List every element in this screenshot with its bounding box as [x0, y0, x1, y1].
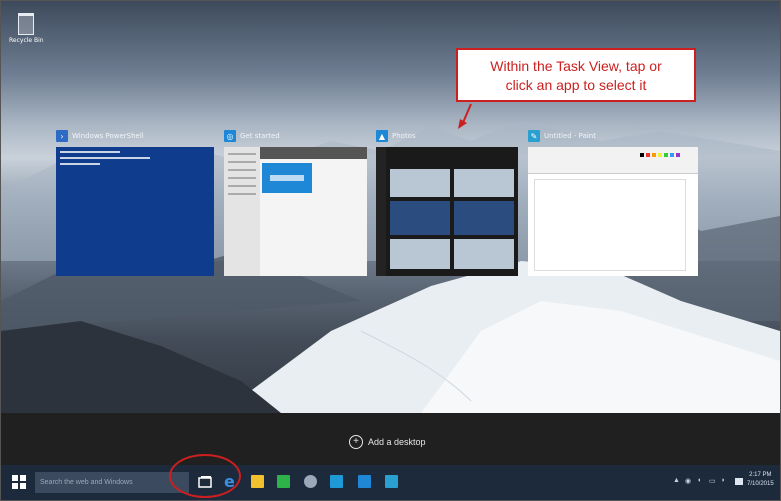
- windows-start-icon[interactable]: [12, 475, 26, 489]
- task-view-window-get-started[interactable]: ◎ Get started: [224, 127, 367, 276]
- window-thumbnail: [528, 147, 698, 276]
- window-title: Photos: [392, 132, 416, 140]
- network-icon[interactable]: ◉: [685, 477, 691, 485]
- add-desktop-button[interactable]: + Add a desktop: [349, 435, 426, 449]
- search-input[interactable]: Search the web and Windows: [35, 472, 189, 493]
- system-clock[interactable]: 2:17 PM 7/10/2015: [747, 471, 774, 489]
- powershell-icon: ›: [56, 130, 68, 142]
- window-title: Windows PowerShell: [72, 132, 144, 140]
- photos-icon[interactable]: [358, 475, 371, 488]
- file-explorer-icon[interactable]: [251, 475, 264, 488]
- recycle-bin-label: Recycle Bin: [9, 37, 44, 44]
- window-title-bar: ◎ Get started: [224, 127, 367, 145]
- plus-icon: +: [349, 435, 363, 449]
- task-view-bar: + Add a desktop: [1, 413, 780, 465]
- window-title-bar: ✎ Untitled - Paint: [528, 127, 698, 145]
- get-started-icon: ◎: [224, 130, 236, 142]
- task-view-highlight-circle: [169, 454, 241, 498]
- recycle-bin[interactable]: Recycle Bin: [9, 13, 44, 44]
- recycle-bin-icon: [18, 13, 34, 35]
- callout-line-1: Within the Task View, tap or: [490, 58, 662, 74]
- clock-date: 7/10/2015: [747, 481, 774, 487]
- task-view-window-powershell[interactable]: › Windows PowerShell: [56, 127, 214, 276]
- paint-icon[interactable]: [385, 475, 398, 488]
- window-title-bar: › Windows PowerShell: [56, 127, 214, 145]
- store-icon[interactable]: [277, 475, 290, 488]
- clock-time: 2:17 PM: [749, 472, 772, 478]
- window-thumbnail: [376, 147, 518, 276]
- window-title-bar: ▲ Photos: [376, 127, 518, 145]
- window-title: Get started: [240, 132, 280, 140]
- photos-icon: ▲: [376, 130, 388, 142]
- add-desktop-label: Add a desktop: [368, 437, 426, 447]
- window-title: Untitled - Paint: [544, 132, 596, 140]
- paint-icon: ✎: [528, 130, 540, 142]
- settings-icon[interactable]: [304, 475, 317, 488]
- taskbar: Search the web and Windows e ▲ ◉ ◖ ▭ ◗ 2…: [1, 465, 780, 500]
- instruction-callout: Within the Task View, tap or click an ap…: [456, 48, 696, 102]
- speaker-icon[interactable]: ◗: [721, 477, 725, 484]
- desktop-background: Recycle Bin › Windows PowerShell ◎ Get s…: [1, 1, 780, 413]
- window-thumbnail: [56, 147, 214, 276]
- task-view-window-photos[interactable]: ▲ Photos: [376, 127, 518, 276]
- calculator-icon[interactable]: [330, 475, 343, 488]
- window-thumbnail: [224, 147, 367, 276]
- task-view-window-paint[interactable]: ✎ Untitled - Paint: [528, 127, 698, 276]
- action-center-icon[interactable]: [735, 478, 743, 485]
- chevron-up-icon[interactable]: ▲: [673, 477, 680, 484]
- battery-icon[interactable]: ▭: [709, 477, 716, 485]
- volume-icon[interactable]: ◖: [697, 477, 701, 484]
- callout-line-2: click an app to select it: [505, 77, 647, 93]
- screenshot-frame: Recycle Bin › Windows PowerShell ◎ Get s…: [0, 0, 781, 501]
